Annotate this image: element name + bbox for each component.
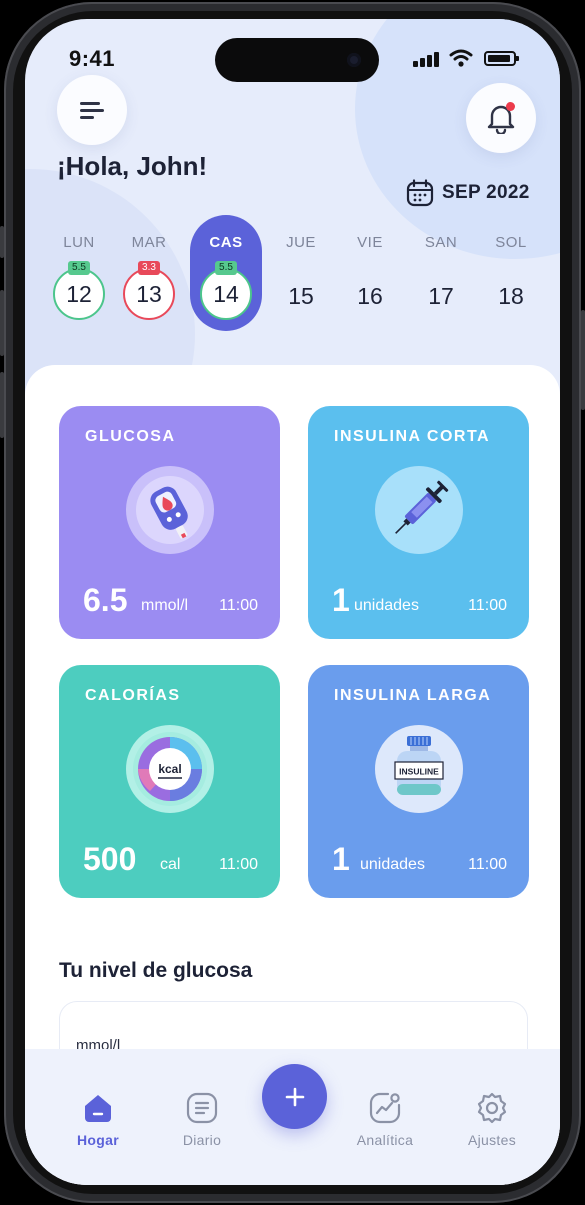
glucose-badge: 3.3	[138, 261, 160, 275]
status-time: 9:41	[69, 46, 116, 71]
analytics-icon	[368, 1091, 402, 1125]
day-label: SOL	[495, 234, 527, 251]
diary-icon	[185, 1091, 219, 1125]
insulin-vial-icon: INSULINE	[375, 725, 463, 813]
tab-label: Hogar	[77, 1132, 119, 1148]
mute-switch	[0, 226, 4, 258]
day-wed-selected[interactable]: CAS 14 5.5	[190, 215, 262, 331]
volume-up-button	[0, 290, 4, 356]
short-insulin-unit: unidades	[354, 597, 419, 614]
wifi-icon	[449, 49, 473, 67]
tab-analytics[interactable]: Analítica	[340, 1091, 430, 1148]
day-label: VIE	[357, 234, 383, 251]
add-entry-button[interactable]	[262, 1064, 327, 1129]
day-tue[interactable]: MAR 13 3.3	[113, 215, 185, 331]
card-title: CALORÍAS	[85, 687, 181, 704]
calendar-icon	[406, 179, 434, 207]
glucose-time: 11:00	[219, 597, 258, 614]
tab-home[interactable]: Hogar	[53, 1091, 143, 1148]
cellular-signal-icon	[413, 51, 441, 67]
power-button	[581, 310, 585, 410]
day-number: 17	[428, 283, 454, 309]
day-label: LUN	[63, 234, 95, 251]
day-fri[interactable]: VIE 16	[334, 215, 406, 331]
notifications-button[interactable]	[466, 83, 536, 153]
day-number: 18	[498, 283, 524, 309]
card-title: GLUCOSA	[85, 428, 176, 445]
glucose-badge: 5.5	[68, 261, 90, 275]
day-label: JUE	[286, 234, 316, 251]
long-insulin-value: 1	[332, 841, 350, 877]
tab-settings[interactable]: Ajustes	[447, 1091, 537, 1148]
card-title: INSULINA LARGA	[334, 687, 492, 704]
glucose-unit: mmol/l	[141, 597, 189, 614]
long-insulin-time: 11:00	[468, 856, 507, 873]
tab-label: Diario	[182, 1132, 222, 1148]
calories-time: 11:00	[219, 856, 258, 873]
bottom-tab-bar: Hogar Diario Analítica Ajustes	[25, 1049, 560, 1185]
glucose-badge: 5.5	[215, 261, 237, 275]
short-insulin-value: 1	[332, 582, 350, 618]
day-label: CAS	[209, 234, 243, 251]
day-number: 16	[357, 283, 383, 309]
month-label: SEP 2022	[442, 182, 530, 203]
tab-diary[interactable]: Diario	[157, 1091, 247, 1148]
calories-unit: cal	[160, 856, 181, 873]
day-number: 13	[123, 268, 175, 320]
kcal-icon: kcal	[126, 725, 214, 813]
syringe-icon	[375, 466, 463, 554]
camera-icon	[347, 53, 361, 67]
day-label: MAR	[131, 234, 167, 251]
day-sat[interactable]: SAN 17	[405, 215, 477, 331]
glucose-section-title: Tu nivel de glucosa	[59, 959, 253, 982]
tab-label: Analítica	[356, 1132, 414, 1148]
svg-text:INSULINE: INSULINE	[399, 767, 439, 777]
day-thu[interactable]: JUE 15	[265, 215, 337, 331]
settings-icon	[475, 1091, 509, 1125]
short-insulin-time: 11:00	[468, 597, 507, 614]
day-number: 15	[288, 283, 314, 309]
app-screen: 9:41 ¡Hola, John! SEP 2022 LUN 12 5.5 MA…	[25, 19, 560, 1185]
calories-value: 500	[83, 841, 137, 877]
glucose-value: 6.5	[83, 582, 128, 618]
calories-card[interactable]: CALORÍAS kcal 500 cal 11:00	[59, 665, 280, 898]
day-sun[interactable]: SOL 18	[475, 215, 547, 331]
day-mon[interactable]: LUN 12 5.5	[43, 215, 115, 331]
day-number: 14	[200, 268, 252, 320]
month-selector[interactable]: SEP 2022	[406, 179, 530, 207]
card-title: INSULINA CORTA	[334, 428, 491, 445]
glucometer-icon	[126, 466, 214, 554]
tab-label: Ajustes	[467, 1132, 516, 1148]
long-insulin-card[interactable]: INSULINA LARGA INSULINE 1 unidades 11:00	[308, 665, 529, 898]
greeting-title: ¡Hola, John!	[57, 151, 208, 181]
day-number: 12	[53, 268, 105, 320]
week-strip: LUN 12 5.5 MAR 13 3.3 CAS 14 5.5 JUE 15 …	[25, 215, 560, 335]
notification-dot	[506, 102, 515, 111]
home-icon	[81, 1091, 115, 1125]
volume-down-button	[0, 372, 4, 438]
svg-text:kcal: kcal	[158, 762, 181, 776]
plus-icon	[285, 1087, 304, 1106]
long-insulin-unit: unidades	[360, 856, 425, 873]
glucose-card[interactable]: GLUCOSA 6.5 mmol/l 11:00	[59, 406, 280, 639]
menu-icon	[80, 98, 104, 123]
dynamic-island	[215, 38, 379, 82]
short-insulin-card[interactable]: INSULINA CORTA 1 unidades 11:00	[308, 406, 529, 639]
battery-icon	[484, 51, 519, 66]
menu-button[interactable]	[57, 75, 127, 145]
day-label: SAN	[424, 234, 458, 251]
